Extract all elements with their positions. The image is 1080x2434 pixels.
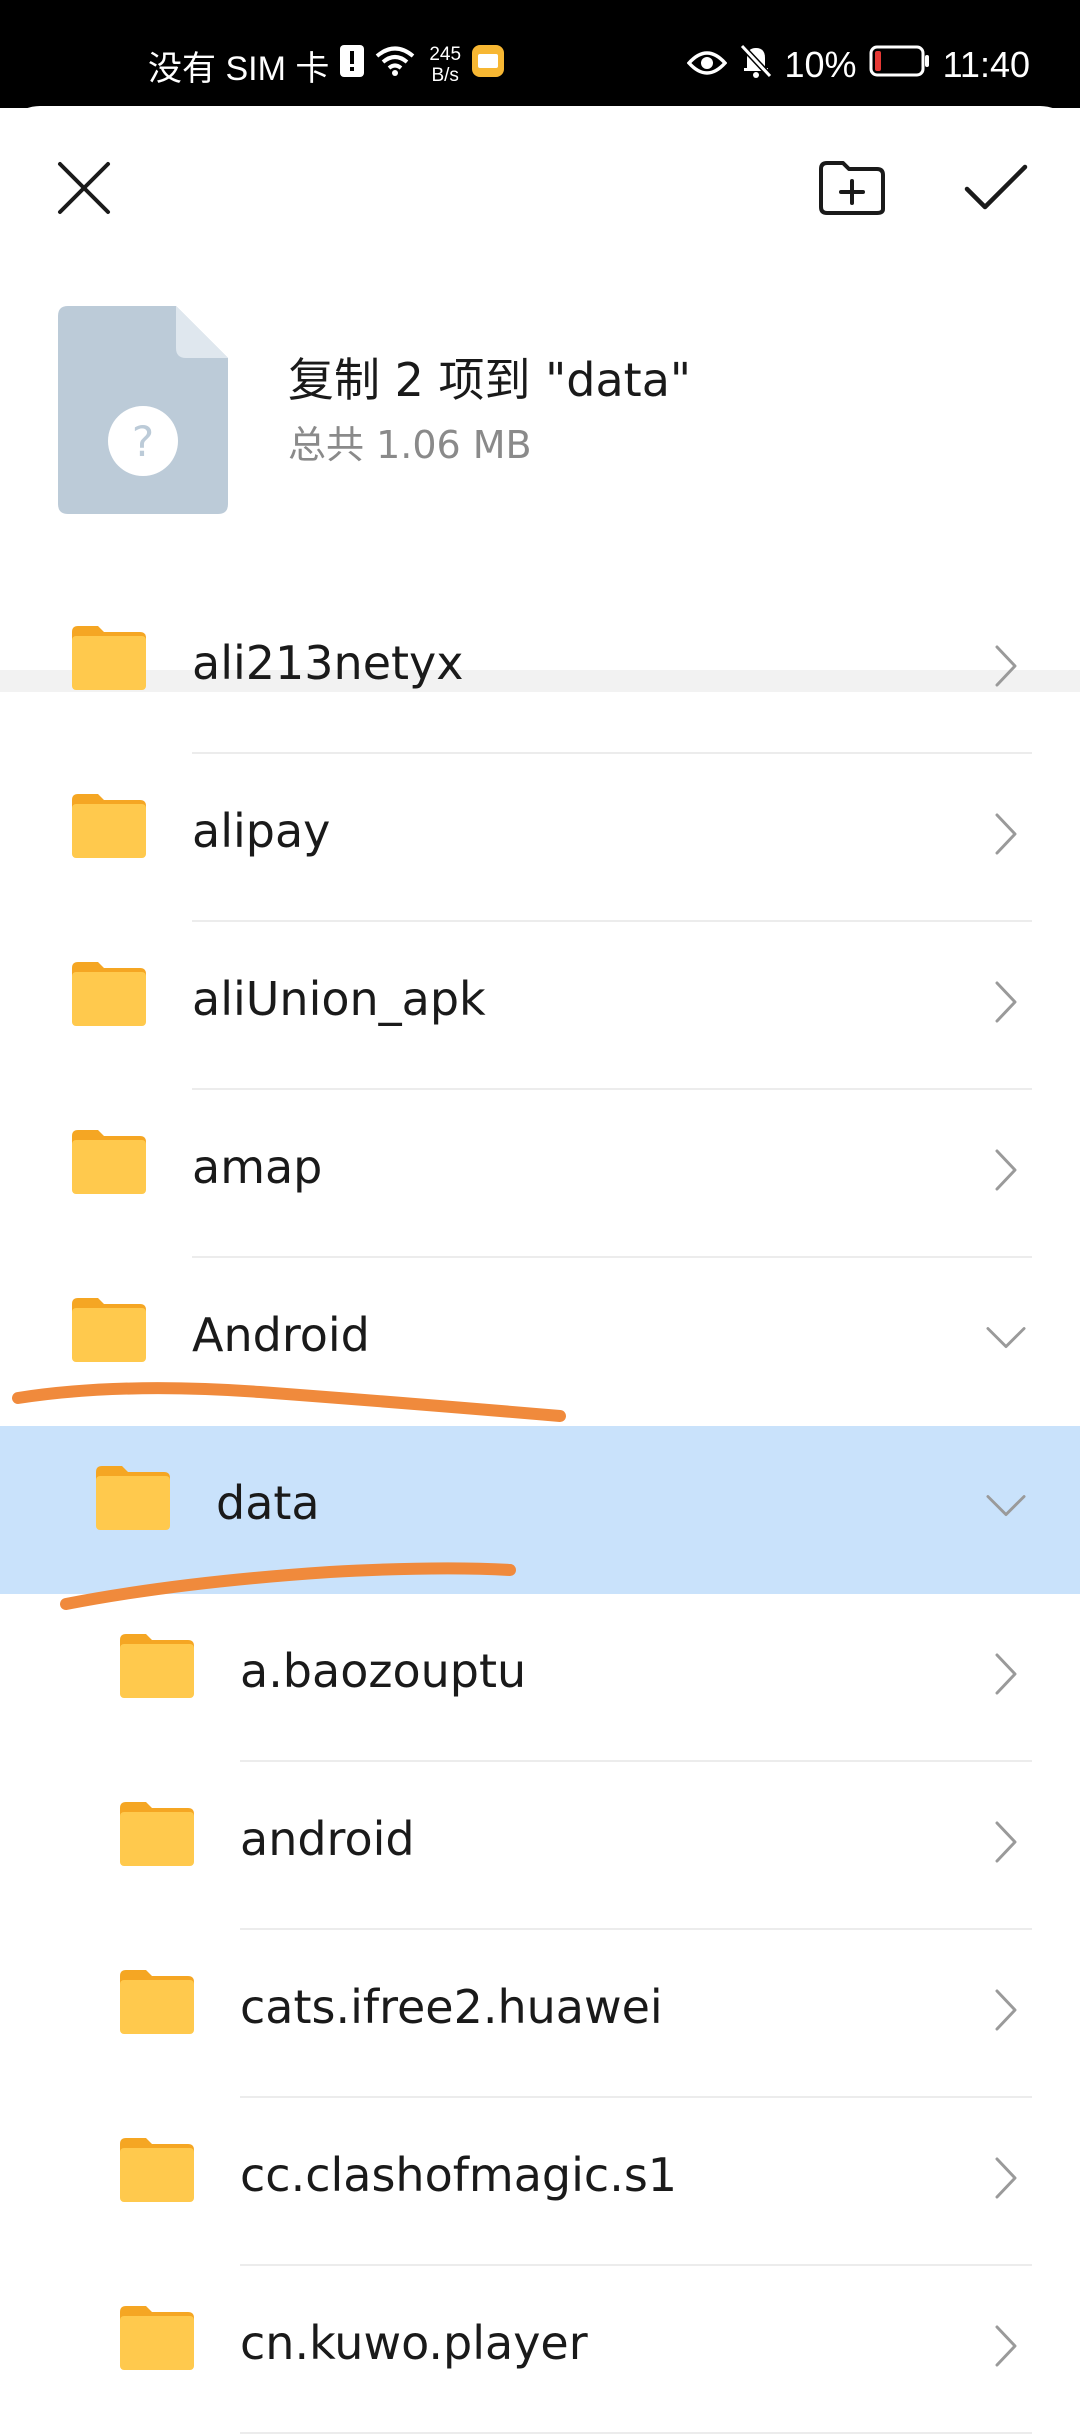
folder-name: aliUnion_apk (192, 972, 486, 1026)
folder-icon (72, 962, 146, 1026)
unknown-file-icon: ? (58, 306, 228, 514)
check-icon (963, 163, 1029, 217)
status-right: 10% 11:40 (686, 40, 1030, 90)
chevron-right-icon[interactable] (986, 1149, 1026, 1191)
folder-name: android (240, 1812, 415, 1866)
folder-row[interactable]: cn.kuwo.player (0, 2266, 1080, 2434)
folder-row[interactable]: amap (0, 1090, 1080, 1258)
folder-row[interactable]: android (0, 1762, 1080, 1930)
chevron-down-icon[interactable] (986, 1318, 1026, 1358)
net-speed: 245 B/s (429, 44, 461, 86)
wifi-icon (375, 45, 415, 86)
folder-row[interactable]: ali213netyx (0, 586, 1080, 754)
chevron-right-icon[interactable] (986, 981, 1026, 1023)
confirm-button[interactable] (946, 140, 1046, 240)
net-speed-value: 245 (429, 44, 462, 65)
folder-name: cn.kuwo.player (240, 2316, 588, 2370)
folder-row-selected[interactable]: data (0, 1426, 1080, 1594)
folder-name: ali213netyx (192, 636, 464, 690)
chevron-down-icon[interactable] (986, 1486, 1026, 1526)
folder-icon (120, 1970, 194, 2034)
new-folder-button[interactable] (802, 140, 902, 240)
copy-summary-size: 总共 1.06 MB (288, 423, 532, 467)
folder-name: a.baozouptu (240, 1644, 527, 1698)
chevron-right-icon[interactable] (986, 1989, 1026, 2031)
folder-icon (120, 2306, 194, 2370)
battery-icon (869, 44, 931, 86)
chevron-right-icon[interactable] (986, 813, 1026, 855)
folder-name: alipay (192, 804, 331, 858)
folder-name: cc.clashofmagic.s1 (240, 2148, 678, 2202)
folder-name: Android (192, 1308, 370, 1362)
close-icon (56, 160, 112, 220)
chevron-right-icon[interactable] (986, 645, 1026, 687)
net-speed-unit: B/s (431, 65, 459, 86)
chevron-right-icon[interactable] (986, 1653, 1026, 1695)
chevron-right-icon[interactable] (986, 1821, 1026, 1863)
battery-percent: 10% (784, 44, 857, 85)
folder-row[interactable]: alipay (0, 754, 1080, 922)
folder-icon (72, 794, 146, 858)
folder-icon (72, 1298, 146, 1362)
folder-name: cats.ifree2.huawei (240, 1980, 663, 2034)
gallery-app-icon (471, 44, 505, 87)
folder-icon (72, 626, 146, 690)
status-bar: 没有 SIM 卡 245 B/s 10% 11:40 (0, 0, 1080, 108)
folder-icon (96, 1466, 170, 1530)
mute-bell-icon (739, 43, 773, 88)
eye-icon (686, 44, 727, 86)
new-folder-icon (817, 159, 887, 221)
folder-row[interactable]: a.baozouptu (0, 1594, 1080, 1762)
folder-row[interactable]: Android (0, 1258, 1080, 1426)
copy-summary: ? 复制 2 项到 "data" 总共 1.06 MB (0, 296, 1080, 556)
clock: 11:40 (942, 44, 1030, 85)
folder-icon (120, 1802, 194, 1866)
folder-list: ali213netyx alipay aliUnion_apkamap Android… (0, 586, 1080, 2434)
copy-summary-title: 复制 2 项到 "data" (288, 353, 692, 407)
chevron-right-icon[interactable] (986, 2325, 1026, 2367)
sim-alert-icon (339, 44, 365, 87)
folder-row[interactable]: cc.clashofmagic.s1 (0, 2098, 1080, 2266)
folder-icon (120, 1634, 194, 1698)
folder-row[interactable]: aliUnion_apk (0, 922, 1080, 1090)
status-left: 没有 SIM 卡 245 B/s (148, 40, 505, 90)
folder-row[interactable]: cats.ifree2.huawei (0, 1930, 1080, 2098)
close-button[interactable] (34, 140, 134, 240)
chevron-right-icon[interactable] (986, 2157, 1026, 2199)
folder-name: amap (192, 1140, 323, 1194)
carrier-label: 没有 SIM 卡 (148, 49, 330, 88)
svg-text:?: ? (132, 417, 154, 466)
folder-icon (72, 1130, 146, 1194)
folder-name: data (216, 1476, 320, 1530)
folder-icon (120, 2138, 194, 2202)
